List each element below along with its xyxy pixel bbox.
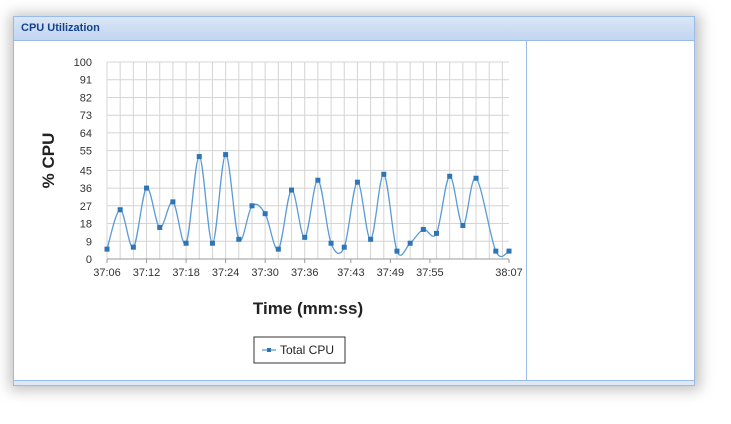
y-axis-label: % CPU — [39, 133, 58, 189]
data-point — [223, 152, 229, 158]
data-point — [434, 230, 440, 236]
chart-legend[interactable]: Total CPU — [253, 336, 346, 364]
data-point — [315, 177, 321, 183]
data-point — [420, 226, 426, 232]
y-tick-label: 9 — [86, 236, 92, 248]
x-tick-label: 37:49 — [377, 267, 405, 279]
y-tick-label: 27 — [80, 201, 92, 213]
x-tick-label: 37:12 — [133, 267, 161, 279]
y-axis-ticks: 0 9 18 27 36 45 55 64 73 82 91 100 — [74, 57, 92, 266]
data-point — [236, 236, 242, 242]
data-point — [381, 171, 387, 177]
data-point — [170, 199, 176, 205]
data-point — [249, 203, 255, 209]
data-point — [493, 248, 499, 254]
x-tick-label: 38:07 — [495, 267, 523, 279]
x-tick-label: 37:24 — [212, 267, 240, 279]
panel-header: CPU Utilization — [14, 17, 694, 41]
data-point — [196, 154, 202, 160]
panel-bottom-bar — [14, 380, 694, 385]
legend-marker — [267, 348, 271, 352]
y-tick-label: 45 — [80, 165, 92, 177]
data-point — [183, 240, 189, 246]
x-tick-label: 37:43 — [337, 267, 365, 279]
panel-title: CPU Utilization — [21, 22, 100, 34]
data-point — [341, 244, 347, 250]
chart-area: 0 9 18 27 36 45 55 64 73 82 91 100 37:06 37:12 37:18 3… — [14, 41, 527, 385]
data-point — [407, 240, 413, 246]
y-tick-label: 0 — [86, 254, 92, 266]
legend-label: Total CPU — [280, 343, 334, 357]
cpu-chart: 09182736455564738291100 37:06 37:12 37:18 3… — [39, 57, 523, 364]
data-point — [354, 179, 360, 185]
cpu-utilization-panel: CPU Utilization 0 9 18 27 36 45 55 64 73 82 91 100 … — [13, 16, 695, 386]
data-point — [302, 234, 308, 240]
data-point — [328, 240, 334, 246]
details-pane — [527, 41, 694, 385]
data-point — [447, 173, 453, 179]
x-tick-label: 37:55 — [416, 267, 444, 279]
data-point — [157, 224, 163, 230]
y-tick-label: 73 — [80, 110, 92, 122]
x-tick-label: 37:06 — [93, 267, 121, 279]
y-tick-label: 64 — [80, 128, 92, 140]
x-axis-ticks: 37:06 37:12 37:18 37:24 37:30 37:36 37:43 37:49… — [93, 259, 523, 279]
data-point — [506, 248, 512, 254]
x-tick-label: 37:30 — [251, 267, 279, 279]
x-tick-label: 37:36 — [291, 267, 319, 279]
data-point — [130, 244, 136, 250]
data-point — [368, 236, 374, 242]
data-point — [117, 207, 123, 213]
y-tick-label: 100 — [74, 57, 92, 69]
y-tick-label: 82 — [80, 92, 92, 104]
y-tick-label: 36 — [80, 183, 92, 195]
y-tick-label: 55 — [80, 146, 92, 158]
data-point — [209, 240, 215, 246]
panel-body: 0 9 18 27 36 45 55 64 73 82 91 100 37:06 37:12 37:18 3… — [14, 41, 694, 385]
x-axis-label: Time (mm:ss) — [253, 299, 363, 318]
data-point — [473, 175, 479, 181]
data-point — [144, 185, 150, 191]
x-tick-label: 37:18 — [172, 267, 200, 279]
data-point — [262, 211, 268, 217]
data-point — [289, 187, 295, 193]
data-point — [104, 246, 110, 252]
data-point — [394, 248, 400, 254]
data-point — [460, 223, 466, 229]
data-point — [275, 246, 281, 252]
y-tick-label: 91 — [80, 75, 92, 87]
y-tick-label: 18 — [80, 219, 92, 231]
